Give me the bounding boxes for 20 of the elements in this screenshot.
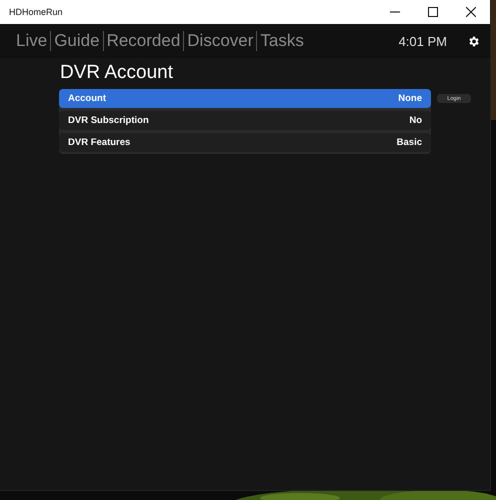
- settings-row[interactable]: DVR Features Basic: [59, 133, 431, 152]
- nav-tab[interactable]: Discover: [183, 31, 256, 51]
- row-label: DVR Features: [68, 137, 130, 148]
- row-value: None: [398, 93, 422, 104]
- settings-row[interactable]: Account None: [59, 89, 431, 108]
- maximize-icon: [428, 7, 438, 17]
- close-icon: [466, 7, 476, 17]
- window-title: HDHomeRun: [9, 7, 64, 17]
- row-label: Account: [68, 93, 106, 104]
- row-value: Basic: [396, 137, 422, 148]
- clock: 4:01 PM: [398, 34, 447, 48]
- page-heading: DVR Account: [60, 62, 174, 84]
- nav-tab[interactable]: Live: [16, 31, 50, 51]
- nav-tab[interactable]: Guide: [50, 31, 103, 51]
- settings-row[interactable]: DVR Subscription No: [59, 111, 431, 130]
- settings-icon[interactable]: [467, 34, 480, 48]
- nav-tab[interactable]: Tasks: [256, 31, 307, 51]
- row-value: No: [409, 115, 422, 126]
- row-label: DVR Subscription: [68, 115, 149, 126]
- nav-tab[interactable]: Recorded: [102, 31, 184, 51]
